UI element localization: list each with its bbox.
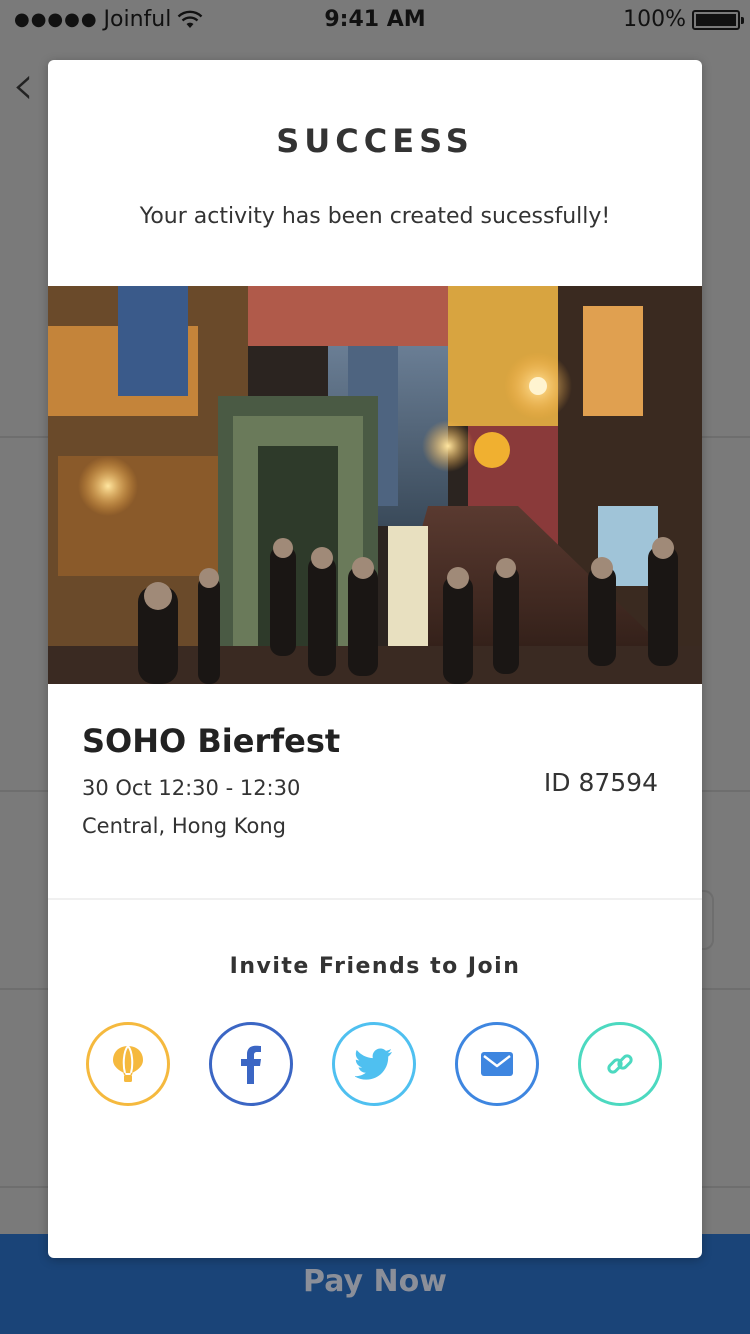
battery-percent: 100% <box>623 7 686 32</box>
event-title: SOHO Bierfest <box>82 722 341 760</box>
section-divider <box>48 898 702 900</box>
email-share-button[interactable] <box>455 1022 539 1106</box>
battery-icon <box>692 9 744 30</box>
success-modal: SUCCESS Your activity has been created s… <box>48 60 702 1258</box>
twitter-share-button[interactable] <box>332 1022 416 1106</box>
link-icon <box>607 1054 633 1074</box>
joinful-share-button[interactable] <box>86 1022 170 1106</box>
event-time: 30 Oct 12:30 - 12:30 <box>82 776 301 800</box>
facebook-icon <box>241 1045 261 1084</box>
event-photo <box>48 286 702 684</box>
twitter-icon <box>355 1048 392 1080</box>
status-bar: ●●●●● Joinful 9:41 AM 100% <box>0 0 750 40</box>
pay-now-button[interactable]: Pay Now <box>0 1264 750 1299</box>
modal-title: SUCCESS <box>276 122 474 160</box>
copy-link-button[interactable] <box>578 1022 662 1106</box>
battery-group: 100% <box>623 7 744 32</box>
facebook-share-button[interactable] <box>209 1022 293 1106</box>
mail-icon <box>481 1052 513 1076</box>
invite-title: Invite Friends to Join <box>229 954 521 979</box>
balloon-icon <box>113 1045 143 1082</box>
back-chevron-icon[interactable]: ‹ <box>12 58 34 114</box>
event-location: Central, Hong Kong <box>82 814 286 838</box>
event-id: ID 87594 <box>543 768 658 797</box>
share-buttons-row <box>86 1022 664 1106</box>
success-message: Your activity has been created sucessful… <box>139 204 611 229</box>
